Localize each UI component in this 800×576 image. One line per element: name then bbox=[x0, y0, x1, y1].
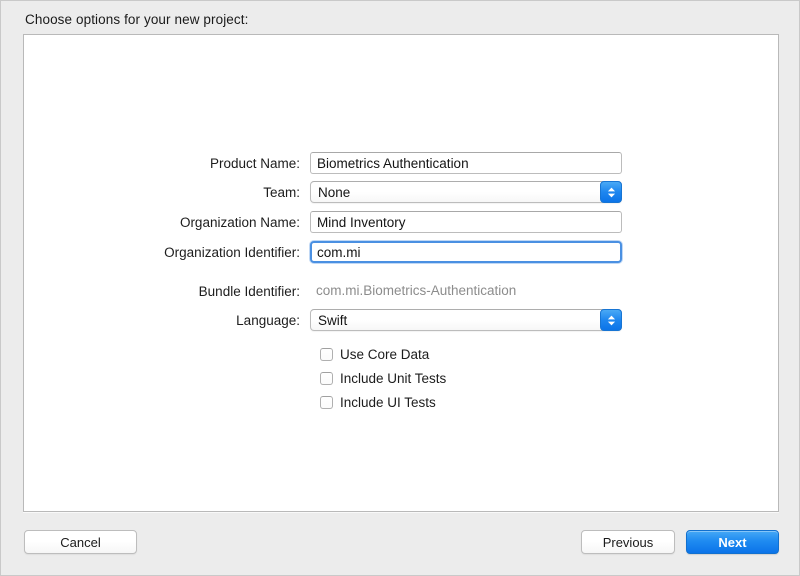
language-popup-value: Swift bbox=[311, 313, 347, 328]
page-title: Choose options for your new project: bbox=[25, 12, 248, 27]
previous-button[interactable]: Previous bbox=[581, 530, 675, 554]
bundle-identifier-value: com.mi.Biometrics-Authentication bbox=[310, 280, 622, 302]
label-language: Language: bbox=[24, 313, 310, 328]
checkbox-include-unit-tests[interactable]: Include Unit Tests bbox=[320, 369, 446, 387]
options-panel: Product Name: Team: None Organization N bbox=[23, 34, 779, 512]
form-row-organization-name: Organization Name: bbox=[24, 211, 622, 233]
checkbox-box-icon[interactable] bbox=[320, 348, 333, 361]
language-popup-button[interactable]: Swift bbox=[310, 309, 622, 331]
product-name-input[interactable] bbox=[310, 152, 622, 174]
form-row-product-name: Product Name: bbox=[24, 152, 622, 174]
chevron-up-icon bbox=[607, 187, 616, 192]
label-team: Team: bbox=[24, 185, 310, 200]
chevron-up-icon bbox=[607, 315, 616, 320]
form-row-language: Language: Swift bbox=[24, 309, 622, 331]
checkbox-use-core-data[interactable]: Use Core Data bbox=[320, 345, 429, 363]
checkbox-box-icon[interactable] bbox=[320, 396, 333, 409]
label-organization-name: Organization Name: bbox=[24, 215, 310, 230]
label-product-name: Product Name: bbox=[24, 156, 310, 171]
organization-name-input[interactable] bbox=[310, 211, 622, 233]
checkbox-box-icon[interactable] bbox=[320, 372, 333, 385]
form-row-bundle-identifier: Bundle Identifier: com.mi.Biometrics-Aut… bbox=[24, 280, 622, 302]
checkbox-label-use-core-data: Use Core Data bbox=[340, 347, 429, 362]
form-row-organization-identifier: Organization Identifier: bbox=[24, 241, 622, 263]
label-organization-identifier: Organization Identifier: bbox=[24, 245, 310, 260]
team-popup-button[interactable]: None bbox=[310, 181, 622, 203]
label-bundle-identifier: Bundle Identifier: bbox=[24, 284, 310, 299]
cancel-button[interactable]: Cancel bbox=[24, 530, 137, 554]
team-stepper-arrows[interactable] bbox=[600, 181, 622, 203]
language-stepper-arrows[interactable] bbox=[600, 309, 622, 331]
checkbox-label-include-unit-tests: Include Unit Tests bbox=[340, 371, 446, 386]
form-row-team: Team: None bbox=[24, 181, 622, 203]
chevron-down-icon bbox=[607, 321, 616, 326]
chevron-down-icon bbox=[607, 193, 616, 198]
checkbox-include-ui-tests[interactable]: Include UI Tests bbox=[320, 393, 436, 411]
next-button[interactable]: Next bbox=[686, 530, 779, 554]
team-popup-value: None bbox=[311, 185, 350, 200]
new-project-options-sheet: Choose options for your new project: Pro… bbox=[0, 0, 800, 576]
organization-identifier-input[interactable] bbox=[310, 241, 622, 263]
checkbox-label-include-ui-tests: Include UI Tests bbox=[340, 395, 436, 410]
